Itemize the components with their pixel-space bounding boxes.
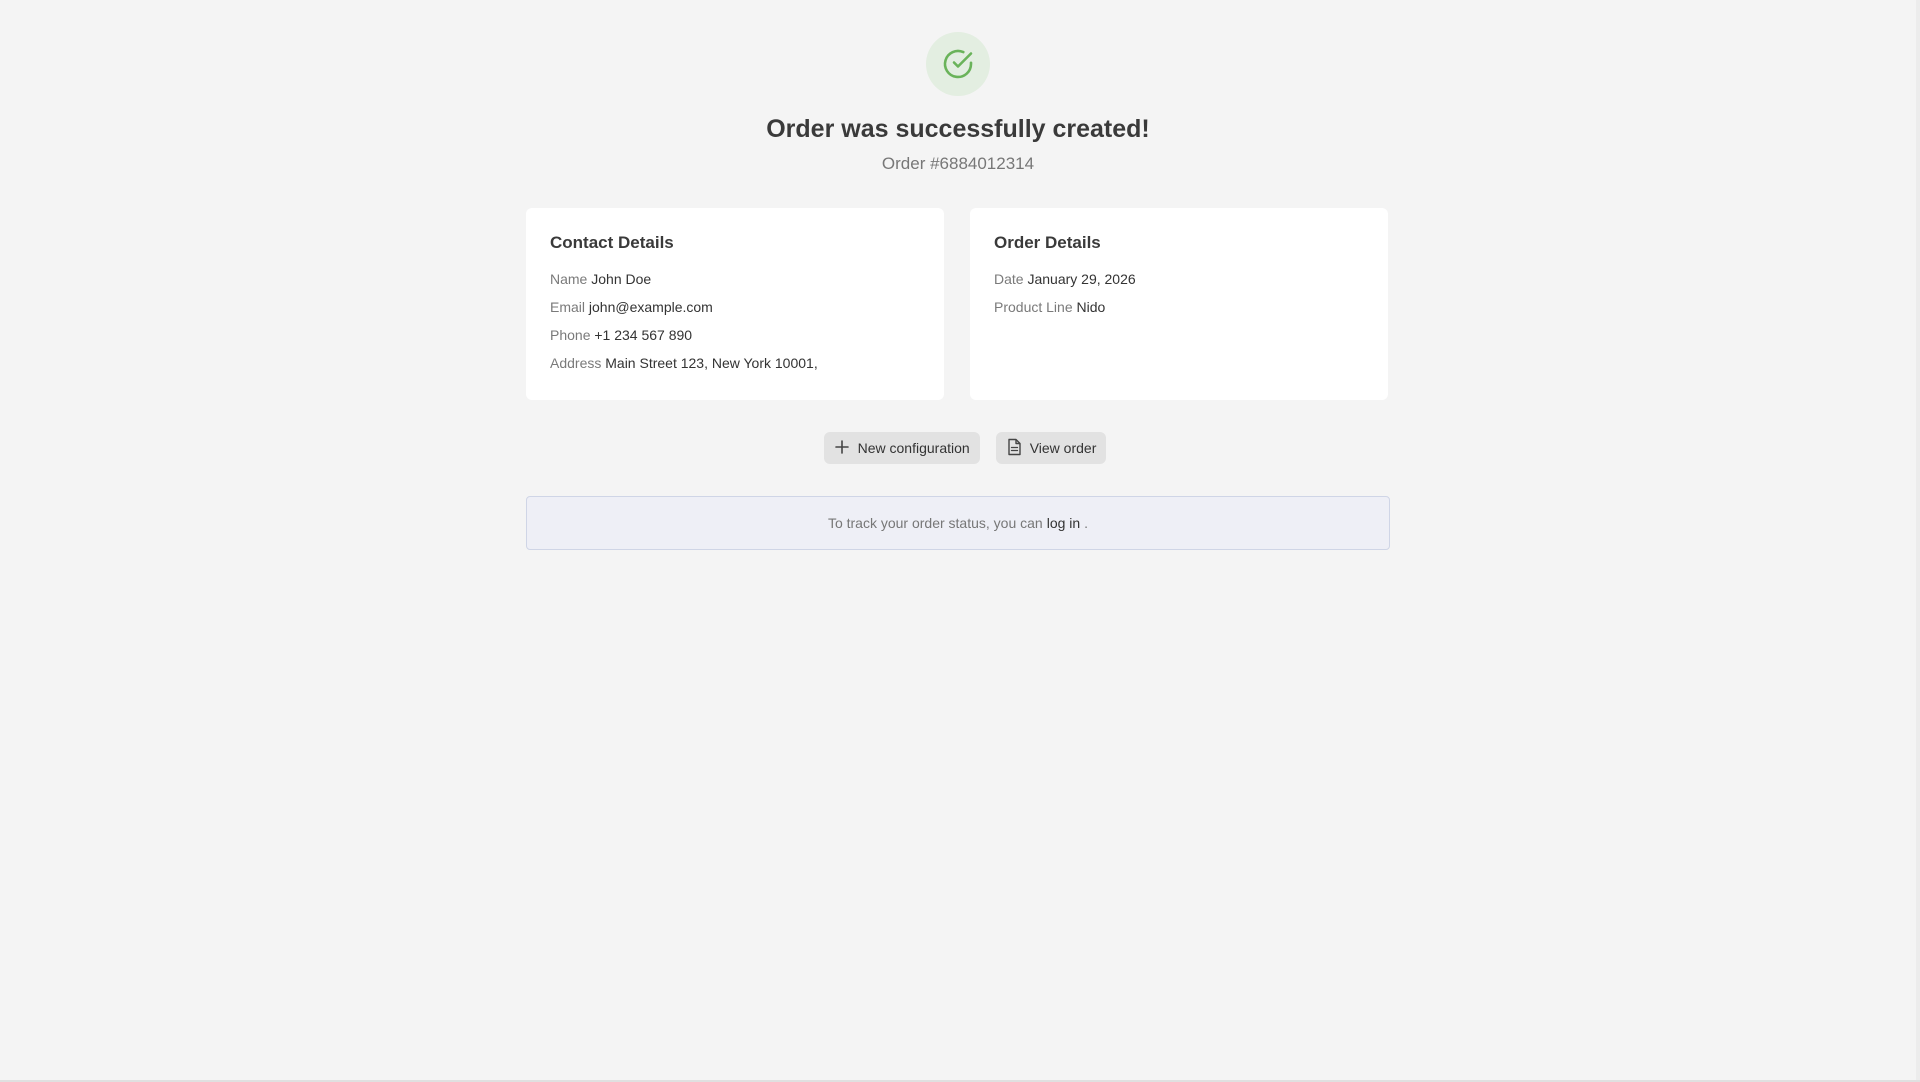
page-title: Order was successfully created! xyxy=(766,115,1150,143)
date-value: January 29, 2026 xyxy=(1027,271,1136,287)
new-configuration-button[interactable]: New configuration xyxy=(823,432,980,464)
order-confirmation-page: Order was successfully created! Order #6… xyxy=(0,0,1920,1082)
action-buttons: New configuration View order xyxy=(0,432,1916,464)
name-label: Name xyxy=(550,271,588,287)
address-label: Address xyxy=(550,355,602,371)
plus-icon xyxy=(834,439,850,458)
contact-name-row: Name John Doe xyxy=(550,270,920,288)
order-product-line-row: Product Line Nido xyxy=(994,298,1364,316)
contact-details-heading: Contact Details xyxy=(550,233,674,252)
contact-address-row: Address Main Street 123, New York 10001, xyxy=(550,354,920,372)
order-details-heading: Order Details xyxy=(994,233,1101,252)
phone-value: +1 234 567 890 xyxy=(594,327,693,343)
order-date-row: Date January 29, 2026 xyxy=(994,270,1364,288)
login-link[interactable]: log in xyxy=(1047,515,1080,531)
check-circle-icon xyxy=(926,32,990,96)
name-value: John Doe xyxy=(591,271,652,287)
contact-phone-row: Phone +1 234 567 890 xyxy=(550,326,920,344)
email-label: Email xyxy=(550,299,586,315)
login-notice: To track your order status, you can log … xyxy=(526,496,1390,550)
date-label: Date xyxy=(994,271,1024,287)
order-details-card: Order Details Date January 29, 2026 Prod… xyxy=(970,208,1388,400)
new-configuration-label: New configuration xyxy=(857,440,970,456)
view-order-button[interactable]: View order xyxy=(995,432,1107,464)
product-line-value: Nido xyxy=(1076,299,1106,315)
address-value: Main Street 123, New York 10001, xyxy=(605,355,818,371)
window-edge xyxy=(1916,0,1920,1082)
email-value: john@example.com xyxy=(588,299,713,315)
product-line-label: Product Line xyxy=(994,299,1073,315)
notice-text: To track your order status, you can xyxy=(827,515,1043,531)
document-icon xyxy=(1006,438,1022,459)
view-order-label: View order xyxy=(1029,440,1097,456)
contact-details-card: Contact Details Name John Doe Email john… xyxy=(526,208,944,400)
phone-label: Phone xyxy=(550,327,591,343)
check-circle-icon-graphic xyxy=(943,49,973,79)
contact-email-row: Email john@example.com xyxy=(550,298,920,316)
notice-period: . xyxy=(1084,515,1089,531)
order-number: Order #6884012314 xyxy=(881,154,1035,173)
